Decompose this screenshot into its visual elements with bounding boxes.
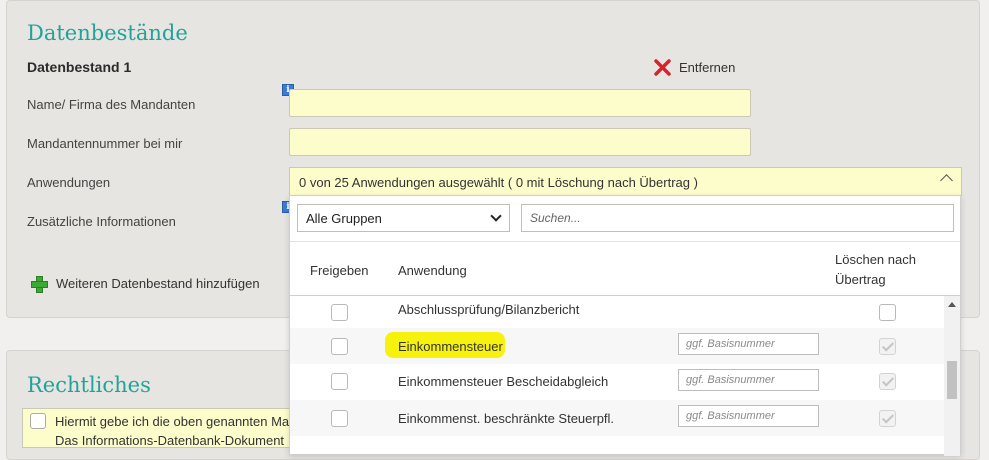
release-checkbox[interactable] [331, 373, 348, 390]
app-name: Einkommensteuer Bescheidabgleich [398, 374, 609, 389]
apps-dropdown-panel: Alle Gruppen Suchen... Freigeben Anwendu… [289, 195, 961, 456]
section-title-rechtliches: Rechtliches [27, 373, 151, 397]
consent-text-1: Hiermit gebe ich die oben genannten Ma [55, 414, 290, 429]
chevron-up-icon [940, 174, 953, 187]
add-dataset-label: Weiteren Datenbestand hinzufügen [56, 276, 260, 291]
name-input[interactable] [289, 89, 751, 117]
group-select-value: Alle Gruppen [306, 211, 382, 226]
basisnummer-input[interactable]: ggf. Basisnummer [678, 369, 819, 391]
app-name: Einkommensteuer [398, 339, 503, 354]
search-input[interactable]: Suchen... [521, 204, 954, 232]
table-header: Freigeben Anwendung Löschen nach Übertra… [290, 241, 960, 296]
app-name: Abschlussprüfung/Bilanzbericht [398, 302, 580, 317]
basisnummer-input[interactable]: ggf. Basisnummer [678, 405, 819, 427]
info-label: Zusätzliche Informationen [27, 214, 176, 229]
list-scrollbar[interactable] [944, 296, 960, 456]
list-item[interactable]: Einkommensteuer Bescheidabgleich ggf. Ba… [290, 364, 944, 400]
apps-select-value: 0 von 25 Anwendungen ausgewählt ( 0 mit … [299, 175, 698, 190]
delete-checkbox[interactable] [879, 304, 896, 321]
consent-box: Hiermit gebe ich die oben genannten Ma D… [22, 408, 322, 448]
col-anwendung: Anwendung [398, 263, 467, 278]
add-dataset-button[interactable]: Weiteren Datenbestand hinzufügen [31, 276, 260, 293]
dataset-title: Datenbestand 1 [27, 59, 132, 75]
app-name: Einkommenst. beschränkte Steuerpfl. [398, 411, 615, 426]
mandantennummer-input[interactable] [289, 128, 751, 156]
number-label: Mandantennummer bei mir [27, 136, 183, 151]
consent-checkbox[interactable] [30, 413, 46, 429]
plus-icon [31, 276, 48, 293]
col-loeschen-line1: Löschen nach [835, 252, 916, 267]
section-title-datenbestaende: Datenbestände [27, 21, 188, 45]
name-label: Name/ Firma des Mandanten [27, 97, 196, 112]
list-item[interactable]: Einkommenst. beschränkte Steuerpfl. ggf.… [290, 400, 944, 436]
apps-label: Anwendungen [27, 175, 111, 190]
remove-label: Entfernen [679, 60, 736, 75]
list-item[interactable]: Abschlussprüfung/Bilanzbericht [290, 296, 944, 328]
release-checkbox[interactable] [331, 304, 348, 321]
list-item[interactable]: Einkommensteuer ggf. Basisnummer [290, 328, 944, 364]
delete-checkbox [879, 373, 896, 390]
remove-x-icon [654, 59, 671, 76]
col-loeschen-line2: Übertrag [835, 272, 886, 287]
scroll-up-arrow-icon[interactable] [948, 302, 956, 307]
delete-checkbox [879, 338, 896, 355]
scroll-thumb[interactable] [947, 361, 957, 399]
release-checkbox[interactable] [331, 338, 348, 355]
chevron-down-icon [490, 210, 502, 222]
delete-checkbox [879, 410, 896, 427]
release-checkbox[interactable] [331, 410, 348, 427]
col-freigeben: Freigeben [310, 263, 369, 278]
apps-list: Abschlussprüfung/Bilanzbericht Einkommen… [290, 296, 944, 436]
basisnummer-input[interactable]: ggf. Basisnummer [678, 333, 819, 355]
apps-multiselect[interactable]: 0 von 25 Anwendungen ausgewählt ( 0 mit … [289, 167, 962, 196]
group-select[interactable]: Alle Gruppen [297, 204, 510, 232]
remove-dataset-button[interactable]: Entfernen [654, 59, 735, 76]
